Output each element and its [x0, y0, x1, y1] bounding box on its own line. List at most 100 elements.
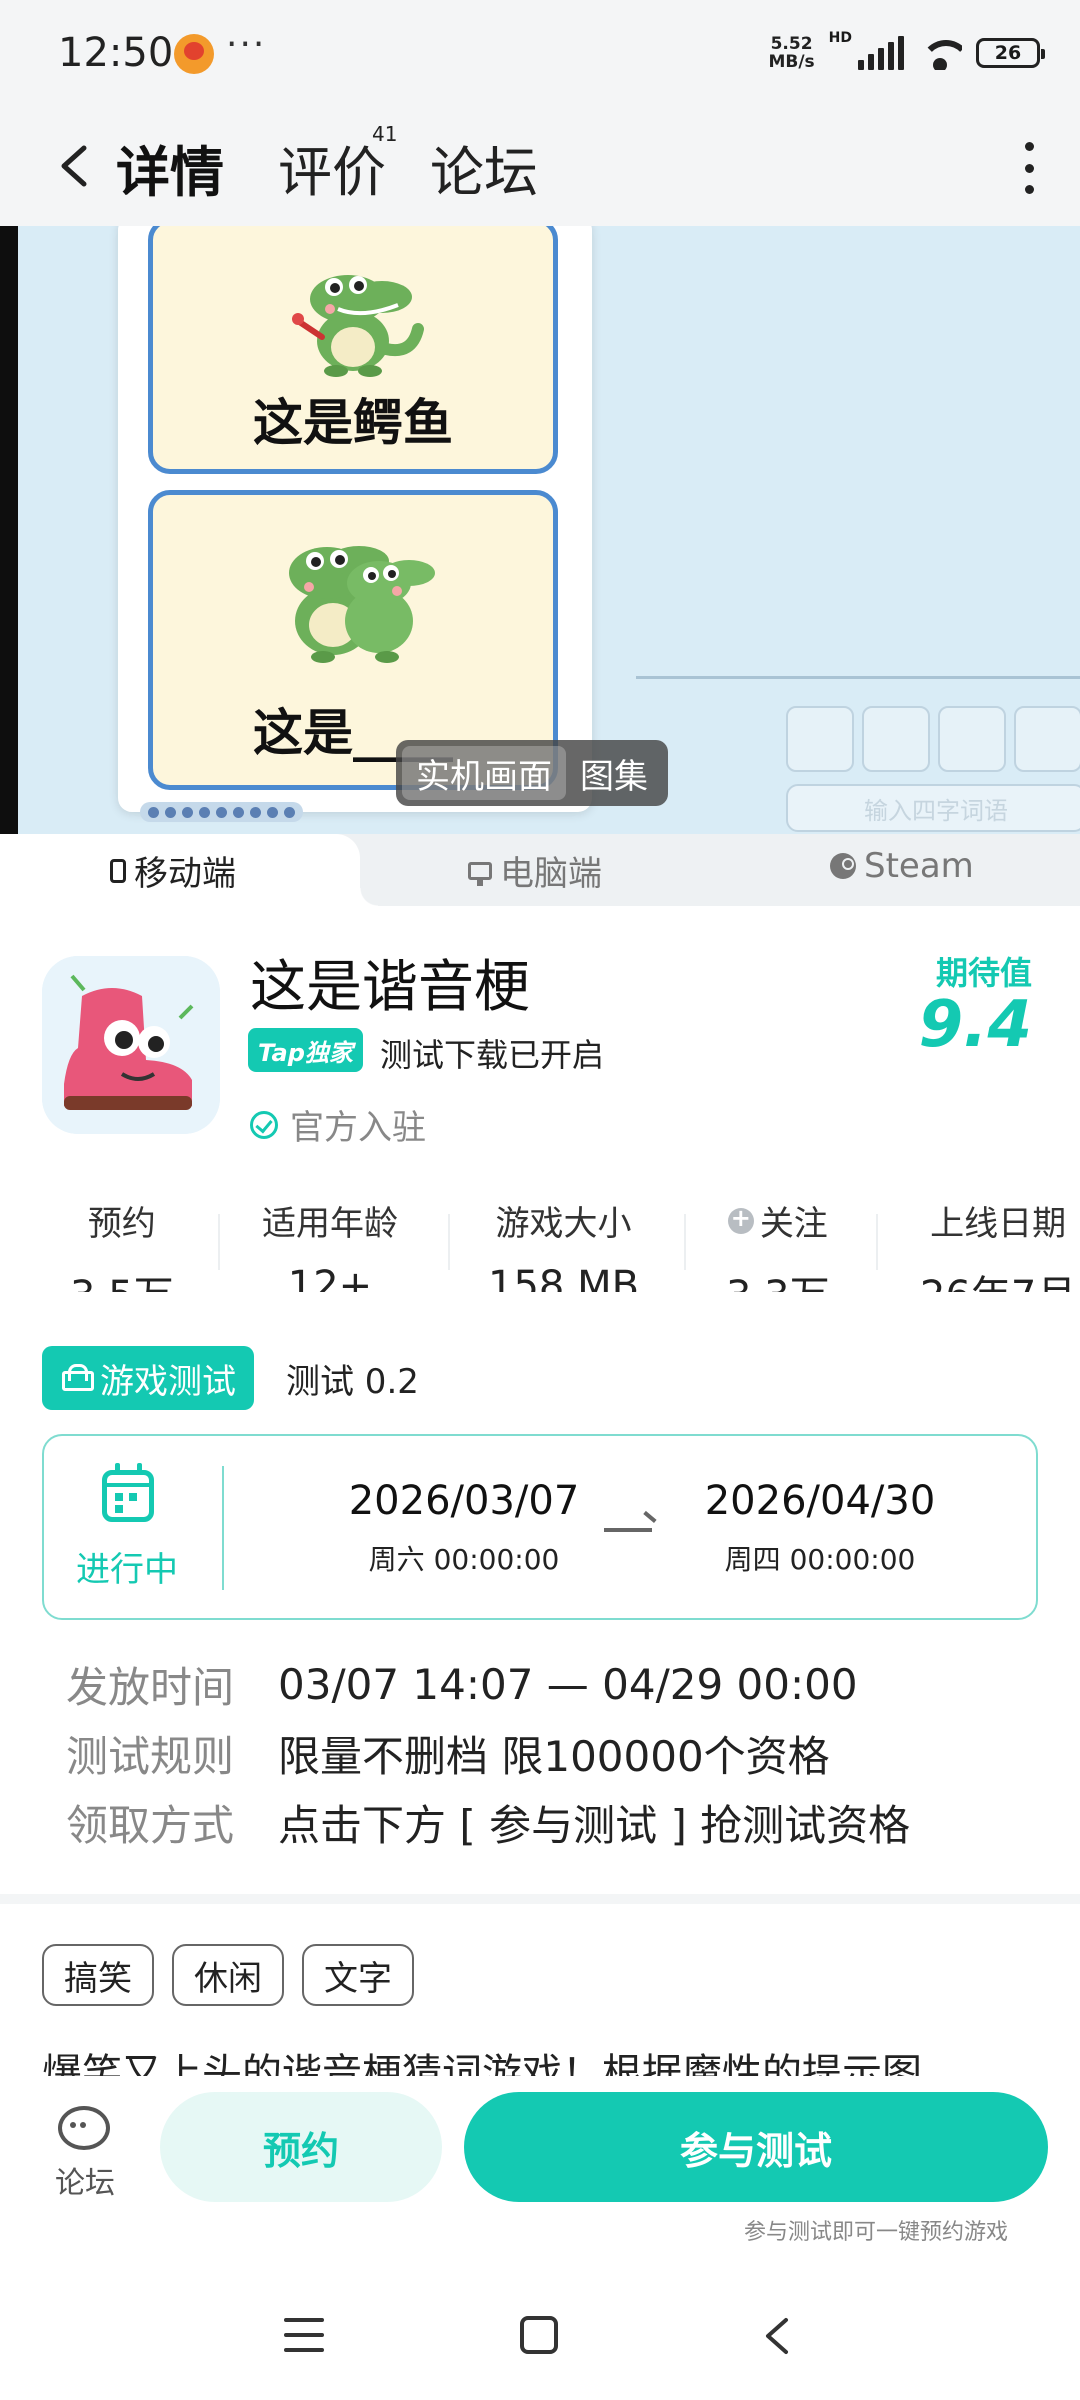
- test-download-status: 测试下载已开启: [380, 1036, 605, 1074]
- genre-tags: 搞笑 休闲 文字: [42, 1944, 414, 2006]
- game-test-label: 游戏测试: [100, 1361, 236, 1402]
- reserve-button[interactable]: 预约: [160, 2092, 442, 2202]
- forum-button[interactable]: 论坛: [40, 2106, 130, 2202]
- game-test-badge: 游戏测试: [42, 1346, 254, 1410]
- network-speed-value: 5.52: [770, 34, 813, 54]
- official-label: 官方入驻: [290, 1108, 426, 1148]
- media-type-switch[interactable]: 实机画面 图集: [396, 740, 668, 806]
- status-indicators: 5.52 MB/s HD 26: [768, 30, 1045, 76]
- status-time: 12:50: [58, 30, 174, 76]
- tab-details[interactable]: 详情: [116, 128, 224, 207]
- answer-input-preview: 输入四字词语: [786, 784, 1080, 832]
- wifi-icon: [918, 36, 962, 70]
- expectation-score: 9.4: [918, 988, 1032, 1062]
- network-speed: 5.52 MB/s: [768, 35, 814, 71]
- info-key: 测试规则: [66, 1732, 235, 1781]
- end-date: 2026/04/30: [704, 1478, 936, 1524]
- test-period-card: 进行中 2026/03/07 周六 00:00:00 2026/04/30 周四…: [42, 1434, 1038, 1620]
- test-info: 发放时间 03/07 14:07 — 04/29 00:00 测试规则 限量不删…: [66, 1650, 910, 1857]
- hd-label: HD: [828, 30, 852, 46]
- info-value: 限量不删档 限100000个资格: [278, 1732, 830, 1781]
- calendar-icon: [102, 1463, 154, 1522]
- stat-reservations: 预约 3.5万: [70, 1196, 174, 1292]
- stat-release-date: 上线日期 26年7月: [920, 1196, 1076, 1292]
- stat-value: 26年7月: [920, 1263, 1076, 1292]
- answer-underline: [636, 676, 1080, 679]
- two-crocodiles-illustration: [289, 546, 435, 663]
- boot-illustration: [42, 956, 220, 1134]
- tab-forum[interactable]: 论坛: [430, 128, 538, 207]
- recent-apps-icon[interactable]: [284, 2318, 324, 2352]
- stat-divider: [684, 1214, 686, 1270]
- stat-followers[interactable]: 关注 3.3万: [726, 1196, 830, 1293]
- more-options-icon[interactable]: [1022, 142, 1036, 194]
- tab-platform-steam-label: Steam: [864, 846, 974, 886]
- back-icon[interactable]: [50, 136, 100, 196]
- end-time: 周四 00:00:00: [724, 1543, 916, 1576]
- media-edge: [0, 226, 18, 834]
- period-divider: [222, 1466, 224, 1590]
- stat-label: 游戏大小: [495, 1204, 632, 1244]
- game-app-icon: [42, 956, 220, 1134]
- stat-label: 预约: [87, 1204, 156, 1244]
- tab-platform-steam[interactable]: Steam: [830, 846, 974, 886]
- switch-gallery[interactable]: 图集: [566, 746, 662, 800]
- forum-button-label: 论坛: [55, 2166, 115, 2201]
- crocodile-illustration: [292, 275, 424, 377]
- game-card-crocodile: 这是鳄鱼: [148, 226, 558, 474]
- info-key: 领取方式: [66, 1801, 235, 1850]
- info-row-claim-method: 领取方式 点击下方 [ 参与测试 ] 抢测试资格: [66, 1788, 910, 1857]
- steam-icon: [830, 853, 856, 879]
- stat-value: 158 MB: [488, 1263, 640, 1292]
- start-date: 2026/03/07: [348, 1478, 580, 1524]
- verified-check-icon: [250, 1110, 278, 1139]
- nav-back-icon[interactable]: [758, 2316, 798, 2356]
- stat-label: 适用年龄: [262, 1204, 398, 1244]
- test-end: 2026/04/30 周四 00:00:00: [690, 1478, 950, 1578]
- platform-tabs: 移动端 电脑端 Steam: [0, 834, 1080, 906]
- test-status: 进行中: [76, 1550, 178, 1590]
- stat-label: 关注: [726, 1196, 830, 1245]
- info-row-release-time: 发放时间 03/07 14:07 — 04/29 00:00: [66, 1650, 910, 1719]
- game-description: 爆笑又上头的谐音梗猜词游戏！根据魔性的提示图: [42, 2051, 922, 2076]
- battery-level: 26: [994, 42, 1022, 64]
- carousel-indicator: [140, 802, 303, 822]
- stat-value: 3.5万: [70, 1263, 174, 1292]
- bottom-action-bar: 论坛 预约 参与测试 参与测试即可一键预约游戏: [0, 2076, 1080, 2276]
- more-notifications-icon: ···: [226, 24, 267, 65]
- test-lock-icon: [60, 1363, 94, 1393]
- tab-platform-pc[interactable]: 电脑端: [468, 846, 602, 895]
- tab-reviews[interactable]: 评价: [278, 128, 386, 207]
- stat-label: 上线日期: [930, 1204, 1067, 1244]
- test-version: 测试 0.2: [286, 1362, 419, 1402]
- home-icon[interactable]: [520, 2316, 558, 2354]
- status-bar: 12:50 ··· 5.52 MB/s HD 26: [0, 0, 1080, 108]
- join-test-hint: 参与测试即可一键预约游戏: [743, 2220, 1008, 2245]
- media-screenshot-panel: 这是鳄鱼 这是____: [118, 226, 592, 812]
- top-nav: 详情 评价 41 论坛: [0, 108, 1080, 226]
- network-speed-unit: MB/s: [768, 52, 815, 72]
- info-value: 点击下方 [ 参与测试 ] 抢测试资格: [278, 1801, 911, 1850]
- stat-age-rating: 适用年龄 12+: [262, 1196, 398, 1292]
- stat-value: 3.3万: [726, 1263, 830, 1292]
- test-start: 2026/03/07 周六 00:00:00: [334, 1478, 594, 1578]
- game-title: 这是谐音梗: [250, 955, 530, 1020]
- tab-platform-mobile-label: 移动端: [134, 854, 236, 894]
- switch-gameplay[interactable]: 实机画面: [402, 746, 566, 800]
- battery-icon: 26: [976, 38, 1045, 68]
- tag-casual[interactable]: 休闲: [172, 1944, 284, 2006]
- join-test-button[interactable]: 参与测试: [464, 2092, 1048, 2202]
- media-carousel[interactable]: 这是鳄鱼 这是____ 输入四字词语 实机画面 图集: [0, 226, 1080, 834]
- card-caption-1: 这是鳄鱼: [253, 394, 453, 452]
- official-verified[interactable]: 官方入驻: [250, 1100, 426, 1149]
- stat-divider: [876, 1214, 878, 1270]
- info-key: 发放时间: [66, 1663, 235, 1712]
- tag-funny[interactable]: 搞笑: [42, 1944, 154, 2006]
- start-time: 周六 00:00:00: [368, 1543, 560, 1576]
- stat-value: 12+: [287, 1263, 373, 1292]
- info-row-rules: 测试规则 限量不删档 限100000个资格: [66, 1719, 910, 1788]
- follow-icon: [727, 1204, 754, 1234]
- signal-icon: [858, 36, 904, 70]
- tag-text[interactable]: 文字: [302, 1944, 414, 2006]
- tab-platform-mobile[interactable]: 移动端: [110, 846, 236, 895]
